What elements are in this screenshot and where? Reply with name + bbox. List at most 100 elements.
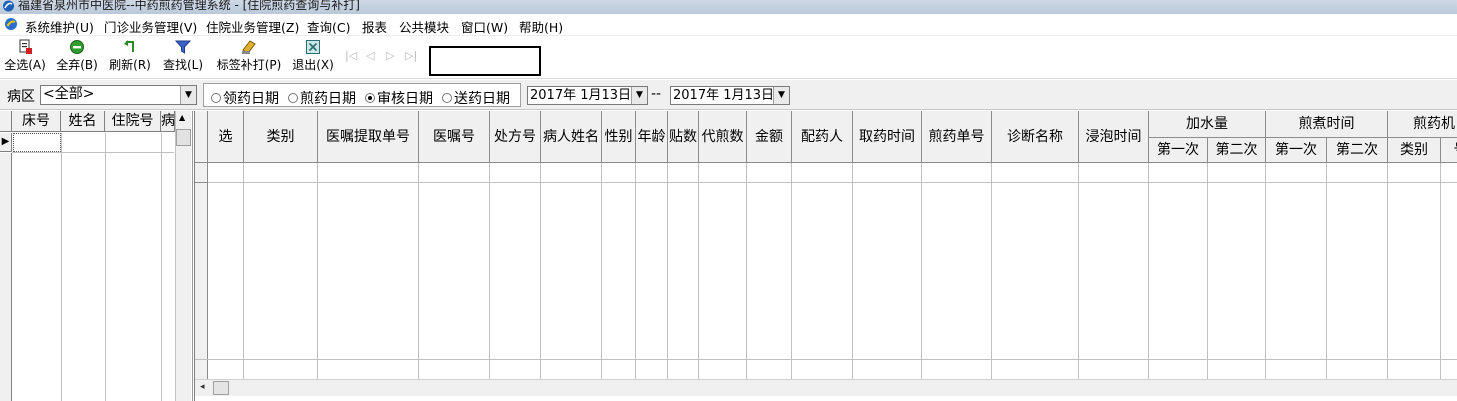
col-water-amount-sub-2[interactable]: 第二次 [1208, 138, 1266, 163]
reprint-label-button[interactable]: 标签补打(P) [215, 39, 283, 73]
discard-all-button[interactable]: 全弃(B) [55, 39, 99, 73]
print-label-icon [242, 40, 256, 54]
menu-common-modules[interactable]: 公共模块 [399, 17, 449, 36]
discard-all-icon [70, 40, 84, 54]
date-from-picker[interactable]: 2017年 1月13日 ▼ [527, 86, 648, 105]
col-decoct-time-sub-1[interactable]: 第一次 [1266, 138, 1327, 163]
grid-line [12, 152, 174, 153]
col-inpatient-no[interactable]: 住院号 [105, 111, 161, 132]
radio-button-checked-icon [365, 93, 375, 103]
date-separator: -- [651, 86, 662, 102]
patient-grid-vertical-scrollbar[interactable]: ▲ [175, 111, 191, 401]
grid-line [195, 359, 1457, 360]
radio-button-icon [211, 93, 221, 103]
grid-line [991, 163, 992, 379]
radio-decoct-date-label: 煎药日期 [300, 91, 356, 107]
ward-select[interactable]: <全部> ▼ [40, 85, 197, 105]
menu-window[interactable]: 窗口(W) [461, 17, 508, 36]
refresh-button[interactable]: 刷新(R) [108, 39, 152, 73]
grid-line [161, 133, 162, 401]
col-amount[interactable]: 金额 [747, 111, 792, 163]
decoction-grid-horizontal-scrollbar[interactable]: ◂ [195, 379, 1457, 396]
chevron-down-icon[interactable]: ▼ [631, 87, 647, 104]
col-pickup-time[interactable]: 取药时间 [853, 111, 922, 163]
row-header-column [195, 163, 208, 379]
grid-line [61, 133, 62, 401]
col-decoction-no[interactable]: 煎药单号 [922, 111, 992, 163]
col-patient-name[interactable]: 姓名 [61, 111, 105, 132]
ward-label: 病区 [7, 89, 35, 105]
col-decoct-machine-sub-2[interactable]: 号 [1441, 138, 1457, 163]
col-ward[interactable]: 病 [161, 111, 175, 132]
col-decoct-time-sub-2[interactable]: 第二次 [1327, 138, 1388, 163]
menu-query[interactable]: 查询(C) [307, 17, 350, 36]
col-patient-name[interactable]: 病人姓名 [541, 111, 602, 163]
col-soak-time[interactable]: 浸泡时间 [1079, 111, 1149, 163]
radio-decoct-date[interactable]: 煎药日期 [288, 88, 356, 108]
vertical-scroll-thumb[interactable] [176, 129, 191, 146]
col-category[interactable]: 类别 [244, 111, 318, 163]
grid-line [698, 163, 699, 379]
window-title: 福建省泉州市中医院--中药煎药管理系统 - [住院煎药查询与补打] [18, 0, 360, 12]
col-group-water-amount[interactable]: 加水量 [1149, 111, 1266, 138]
scroll-left-icon[interactable]: ◂ [200, 382, 205, 392]
col-age[interactable]: 年龄 [636, 111, 668, 163]
col-prescription-no[interactable]: 处方号 [490, 111, 541, 163]
col-diagnosis[interactable]: 诊断名称 [992, 111, 1079, 163]
grid-line [1265, 163, 1266, 379]
radio-dispense-date[interactable]: 领药日期 [211, 88, 279, 108]
radio-review-date-label: 审核日期 [377, 91, 433, 107]
horizontal-scroll-thumb[interactable] [213, 381, 229, 395]
col-bed-no[interactable]: 床号 [12, 111, 61, 132]
radio-delivery-date[interactable]: 送药日期 [442, 88, 510, 108]
chevron-down-icon[interactable]: ▼ [773, 87, 789, 104]
col-dispenser[interactable]: 配药人 [792, 111, 853, 163]
find-button[interactable]: 查找(L) [161, 39, 205, 73]
menu-help[interactable]: 帮助(H) [519, 17, 563, 36]
grid-line [1440, 163, 1441, 379]
select-all-icon [19, 39, 32, 54]
grid-line [635, 163, 636, 379]
col-gender[interactable]: 性别 [602, 111, 636, 163]
col-group-decoct-time[interactable]: 煎煮时间 [1266, 111, 1388, 138]
first-record-icon[interactable]: |◁ [345, 49, 357, 62]
chevron-down-icon[interactable]: ▼ [180, 86, 196, 104]
date-type-radio-group: 领药日期 煎药日期 审核日期 送药日期 [203, 83, 521, 107]
col-dose-count[interactable]: 贴数 [668, 111, 699, 163]
app-menu-icon[interactable] [4, 17, 18, 31]
refresh-icon [124, 40, 134, 52]
col-proxy-decoct-count[interactable]: 代煎数 [699, 111, 747, 163]
menu-bar: 系统维护(U) 门诊业务管理(V) 住院业务管理(Z) 查询(C) 报表 公共模… [0, 14, 1457, 36]
col-order-extract-no[interactable]: 医嘱提取单号 [318, 111, 419, 163]
current-cell[interactable] [13, 133, 61, 152]
grid-line [208, 182, 1457, 183]
date-to-picker[interactable]: 2017年 1月13日 ▼ [670, 86, 790, 105]
menu-inpatient-business[interactable]: 住院业务管理(Z) [206, 17, 299, 36]
grid-line [317, 163, 318, 379]
row-indicator-header [0, 111, 12, 132]
menu-reports[interactable]: 报表 [362, 17, 387, 36]
toolbar-blank-box [429, 46, 541, 76]
menu-outpatient-business[interactable]: 门诊业务管理(V) [104, 17, 197, 36]
menu-system-maintenance[interactable]: 系统维护(U) [25, 17, 94, 36]
col-decoct-machine-sub-1[interactable]: 类别 [1388, 138, 1441, 163]
grid-line [1207, 163, 1208, 379]
grid-line [1387, 163, 1388, 379]
patient-grid[interactable]: 床号 姓名 住院号 病 ▶ ▲ [0, 111, 193, 401]
radio-review-date[interactable]: 审核日期 [365, 88, 433, 108]
refresh-label: 刷新(R) [109, 58, 151, 72]
col-select[interactable]: 选 [208, 111, 244, 163]
col-water-amount-sub-1[interactable]: 第一次 [1149, 138, 1208, 163]
col-group-decoct-machine[interactable]: 煎药机 [1388, 111, 1457, 138]
last-record-icon[interactable]: ▷| [405, 49, 417, 62]
scroll-up-icon[interactable]: ▲ [179, 113, 185, 122]
discard-all-label: 全弃(B) [56, 58, 98, 72]
select-all-button[interactable]: 全选(A) [3, 39, 47, 73]
decoction-grid[interactable]: 选类别 医嘱提取单号 医嘱号 处方号 病人姓名 性别 年龄 贴数 代煎数 金额 配药人 取药时间 煎药单… [194, 111, 1457, 401]
date-from-value: 2017年 1月13日 [530, 88, 632, 103]
exit-button[interactable]: 退出(X) [291, 39, 335, 73]
grid-line [105, 133, 106, 401]
prev-record-icon[interactable]: ◁ [366, 49, 374, 62]
col-order-no[interactable]: 医嘱号 [419, 111, 490, 163]
next-record-icon[interactable]: ▷ [386, 49, 394, 62]
